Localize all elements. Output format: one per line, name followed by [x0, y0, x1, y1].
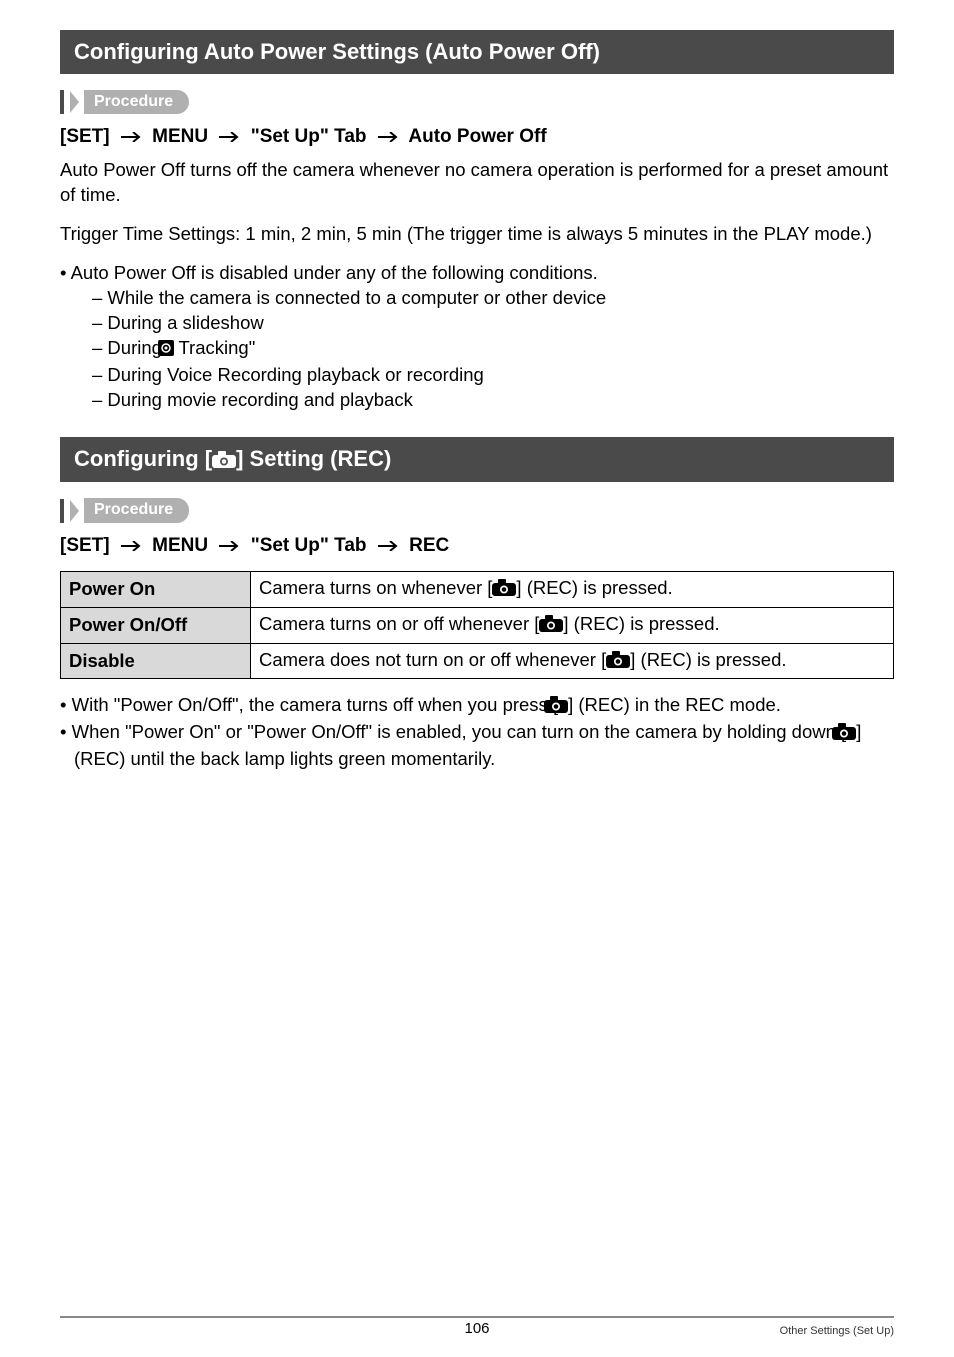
arrow-right-icon — [121, 132, 141, 142]
chevron-right-icon — [70, 500, 80, 522]
arrow-right-icon — [121, 541, 141, 551]
procedure-label-row: Procedure — [60, 90, 894, 115]
chevron-right-icon — [70, 91, 80, 113]
bullet-level1: • With "Power On/Off", the camera turns … — [60, 693, 894, 720]
page-number: 106 — [464, 1319, 489, 1339]
table-row: Power On Camera turns on whenever [] (RE… — [61, 571, 894, 607]
path-auto-power-off: Auto Power Off — [408, 126, 546, 147]
row-label-disable: Disable — [61, 643, 251, 679]
path-setup-tab: "Set Up" Tab — [251, 126, 367, 147]
procedure-label-row: Procedure — [60, 498, 894, 523]
menu-path-rec: [SET] MENU "Set Up" Tab REC — [60, 533, 894, 559]
procedure-pill: Procedure — [84, 498, 189, 523]
arrow-right-icon — [378, 541, 398, 551]
arrow-right-icon — [378, 132, 398, 142]
bullet-level2: – During movie recording and playback — [60, 388, 894, 413]
path-rec: REC — [409, 535, 449, 556]
procedure-pill: Procedure — [84, 90, 189, 115]
bullet-level1: • Auto Power Off is disabled under any o… — [60, 261, 894, 286]
path-set: [SET] — [60, 535, 110, 556]
row-label-power-on: Power On — [61, 571, 251, 607]
row-value: Camera turns on or off whenever [] (REC)… — [251, 607, 894, 643]
camera-icon — [539, 614, 563, 639]
bullet-level2: – During Voice Recording playback or rec… — [60, 363, 894, 388]
path-menu: MENU — [152, 126, 208, 147]
table-row: Power On/Off Camera turns on or off when… — [61, 607, 894, 643]
section-header-rec-setting: Configuring [] Setting (REC) — [60, 437, 894, 483]
rec-settings-table: Power On Camera turns on whenever [] (RE… — [60, 571, 894, 680]
path-menu: MENU — [152, 535, 208, 556]
arrow-right-icon — [219, 132, 239, 142]
row-value: Camera does not turn on or off whenever … — [251, 643, 894, 679]
camera-icon — [606, 650, 630, 675]
procedure-bar — [60, 499, 64, 523]
bullet-level1: • When "Power On" or "Power On/Off" is e… — [60, 720, 894, 772]
camera-icon — [558, 695, 568, 720]
bullet-level2: – During " Tracking" — [60, 336, 894, 363]
menu-path-auto-power-off: [SET] MENU "Set Up" Tab Auto Power Off — [60, 124, 894, 150]
camera-icon — [212, 446, 236, 476]
footer-section-name: Other Settings (Set Up) — [780, 1324, 894, 1339]
bullet-level2: – While the camera is connected to a com… — [60, 286, 894, 311]
arrow-right-icon — [219, 541, 239, 551]
body-text: Auto Power Off turns off the camera when… — [60, 158, 894, 208]
section-header-auto-power-off: Configuring Auto Power Settings (Auto Po… — [60, 30, 894, 74]
bullet-level2: – During a slideshow — [60, 311, 894, 336]
row-label-power-onoff: Power On/Off — [61, 607, 251, 643]
camera-icon — [492, 578, 516, 603]
procedure-bar — [60, 90, 64, 114]
row-value: Camera turns on whenever [] (REC) is pre… — [251, 571, 894, 607]
table-row: Disable Camera does not turn on or off w… — [61, 643, 894, 679]
body-text: Trigger Time Settings: 1 min, 2 min, 5 m… — [60, 222, 894, 247]
camera-icon — [846, 722, 856, 747]
path-set: [SET] — [60, 126, 110, 147]
page-footer: 106 Other Settings (Set Up) — [60, 1316, 894, 1339]
path-setup-tab: "Set Up" Tab — [251, 535, 367, 556]
